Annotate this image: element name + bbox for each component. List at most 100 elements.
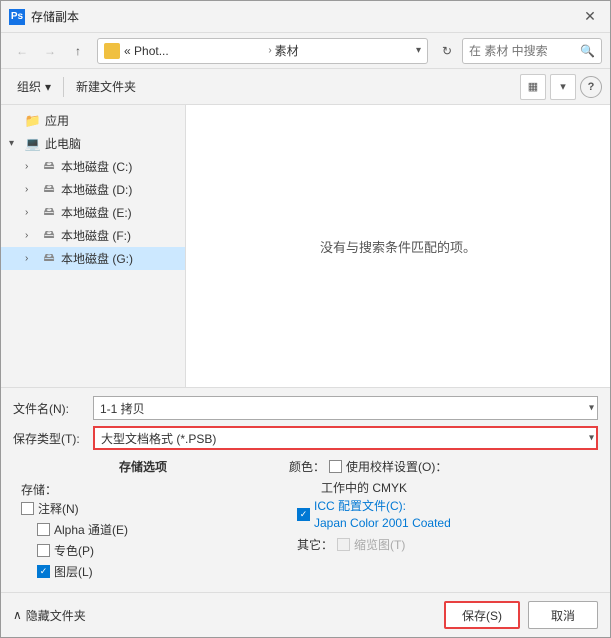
- sidebar-item-drive-f[interactable]: › 🖴 本地磁盘 (F:): [1, 224, 185, 247]
- drive-icon-c: 🖴: [41, 159, 57, 175]
- option-alpha-label[interactable]: Alpha 通道(E): [37, 521, 128, 538]
- drive-icon-e: 🖴: [41, 205, 57, 221]
- filename-input[interactable]: [93, 396, 598, 420]
- drive-icon-g: 🖴: [41, 251, 57, 267]
- address-part2: 素材: [275, 42, 416, 59]
- sidebar-label-app: 应用: [45, 112, 69, 129]
- icc-row: ICC 配置文件(C): Japan Color 2001 Coated: [289, 498, 598, 532]
- sidebar-label-d: 本地磁盘 (D:): [61, 181, 132, 198]
- icc-label[interactable]: ICC 配置文件(C): Japan Color 2001 Coated: [297, 498, 451, 532]
- checkbox-use-proof[interactable]: [329, 460, 342, 473]
- toolbar: 组织 ▾ 新建文件夹 ▦ ▾ ?: [1, 69, 610, 105]
- tree-arrow-this-pc: ▾: [9, 138, 25, 149]
- sidebar-label-f: 本地磁盘 (F:): [61, 227, 131, 244]
- option-alpha-row: Alpha 通道(E): [13, 521, 273, 538]
- organize-label: 组织: [17, 78, 41, 95]
- option-layers-text: 图层(L): [54, 563, 93, 580]
- hide-folder-arrow: ∧: [13, 608, 22, 622]
- option-annotation-label[interactable]: 注释(N): [21, 500, 79, 517]
- checkbox-icc[interactable]: [297, 508, 310, 521]
- option-spot-text: 专色(P): [54, 542, 94, 559]
- option-alpha-text: Alpha 通道(E): [54, 521, 128, 538]
- thumbnail-text: 缩览图(T): [354, 536, 405, 553]
- checkbox-annotation[interactable]: [21, 502, 34, 515]
- new-folder-button[interactable]: 新建文件夹: [68, 75, 144, 99]
- hide-folder-label: 隐藏文件夹: [26, 607, 86, 624]
- folder-icon: [104, 43, 120, 59]
- sidebar-item-drive-e[interactable]: › 🖴 本地磁盘 (E:): [1, 201, 185, 224]
- bottom-bar: ∧ 隐藏文件夹 保存(S) 取消: [1, 592, 610, 637]
- sidebar-item-drive-d[interactable]: › 🖴 本地磁盘 (D:): [1, 178, 185, 201]
- organize-arrow: ▾: [45, 80, 51, 94]
- save-button[interactable]: 保存(S): [444, 601, 520, 629]
- file-fields-section: 文件名(N): ▾ 保存类型(T): ▾ 存储选项 存储： 注释(N): [1, 387, 610, 592]
- other-row: 其它： 缩览图(T): [289, 536, 598, 553]
- option-spot-row: 专色(P): [13, 542, 273, 559]
- checkbox-alpha[interactable]: [37, 523, 50, 536]
- icc-label-text: ICC 配置文件(C):: [314, 499, 406, 513]
- sidebar-label-e: 本地磁盘 (E:): [61, 204, 132, 221]
- address-dropdown-arrow[interactable]: ▾: [416, 45, 421, 56]
- checkbox-thumbnail[interactable]: [337, 538, 350, 551]
- color-section-label: 颜色：: [289, 458, 325, 475]
- refresh-button[interactable]: ↻: [434, 38, 460, 64]
- search-input[interactable]: [469, 44, 580, 58]
- address-bar[interactable]: « Phot... › 素材 ▾: [97, 38, 428, 64]
- hide-folder-button[interactable]: ∧ 隐藏文件夹: [13, 607, 86, 624]
- option-layers-row: 图层(L): [13, 563, 273, 580]
- option-annotation-row: 注释(N): [13, 500, 273, 517]
- sidebar-item-app[interactable]: 📁 应用: [1, 109, 185, 132]
- other-label-text: 其它：: [297, 536, 333, 553]
- tree-arrow-c: ›: [25, 161, 41, 172]
- search-bar[interactable]: 🔍: [462, 38, 602, 64]
- filename-label: 文件名(N):: [13, 400, 93, 417]
- up-button[interactable]: ↑: [65, 38, 91, 64]
- icc-profile-text: Japan Color 2001 Coated: [314, 516, 451, 530]
- forward-button[interactable]: →: [37, 38, 63, 64]
- save-options-left: 存储选项 存储： 注释(N) Alpha 通道(E): [13, 458, 273, 584]
- working-cmyk-text: 工作中的 CMYK: [321, 481, 407, 495]
- close-button[interactable]: ✕: [578, 5, 602, 29]
- sidebar-label-g: 本地磁盘 (G:): [61, 250, 133, 267]
- checkbox-layers[interactable]: [37, 565, 50, 578]
- color-header-row: 颜色： 使用校样设置(O)：: [289, 458, 598, 475]
- storage-label: 存储：: [13, 481, 273, 498]
- help-button[interactable]: ?: [580, 76, 602, 98]
- dialog-title: 存储副本: [31, 8, 578, 25]
- option-annotation-text: 注释(N): [38, 500, 79, 517]
- address-separator: ›: [268, 45, 271, 56]
- file-tree-sidebar: 📁 应用 ▾ 💻 此电脑 › 🖴 本地磁盘 (C:) › 🖴 本地磁盘 (D:)…: [1, 105, 186, 387]
- tree-arrow-d: ›: [25, 184, 41, 195]
- sidebar-item-drive-g[interactable]: › 🖴 本地磁盘 (G:): [1, 247, 185, 270]
- back-button[interactable]: ←: [9, 38, 35, 64]
- sidebar-item-drive-c[interactable]: › 🖴 本地磁盘 (C:): [1, 155, 185, 178]
- view-button[interactable]: ▦: [520, 74, 546, 100]
- save-options-title: 存储选项: [13, 458, 273, 475]
- toolbar-right: ▦ ▾ ?: [520, 74, 602, 100]
- icc-text: ICC 配置文件(C): Japan Color 2001 Coated: [314, 498, 451, 532]
- content-area: 📁 应用 ▾ 💻 此电脑 › 🖴 本地磁盘 (C:) › 🖴 本地磁盘 (D:)…: [1, 105, 610, 387]
- save-options-right: 颜色： 使用校样设置(O)： 工作中的 CMYK ICC 配: [289, 458, 598, 584]
- filetype-input-wrapper: ▾: [93, 426, 598, 450]
- bottom-actions: 保存(S) 取消: [444, 601, 598, 629]
- thumbnail-label[interactable]: 缩览图(T): [337, 536, 405, 553]
- search-icon: 🔍: [580, 44, 595, 58]
- use-proof-label[interactable]: 使用校样设置(O)：: [329, 458, 447, 475]
- filetype-input[interactable]: [93, 426, 598, 450]
- option-spot-label[interactable]: 专色(P): [37, 542, 94, 559]
- sidebar-item-this-pc[interactable]: ▾ 💻 此电脑: [1, 132, 185, 155]
- filetype-row: 保存类型(T): ▾: [13, 426, 598, 450]
- use-proof-text: 使用校样设置(O)：: [346, 458, 447, 475]
- drive-icon-f: 🖴: [41, 228, 57, 244]
- option-layers-label[interactable]: 图层(L): [37, 563, 93, 580]
- empty-message: 没有与搜索条件匹配的项。: [320, 237, 476, 256]
- checkbox-spot[interactable]: [37, 544, 50, 557]
- view-dropdown[interactable]: ▾: [550, 74, 576, 100]
- tree-arrow-g: ›: [25, 253, 41, 264]
- address-part1: « Phot...: [124, 44, 265, 58]
- folder-icon-this-pc: 💻: [25, 136, 41, 152]
- sidebar-label-c: 本地磁盘 (C:): [61, 158, 132, 175]
- drive-icon-d: 🖴: [41, 182, 57, 198]
- cancel-button[interactable]: 取消: [528, 601, 598, 629]
- organize-button[interactable]: 组织 ▾: [9, 75, 59, 99]
